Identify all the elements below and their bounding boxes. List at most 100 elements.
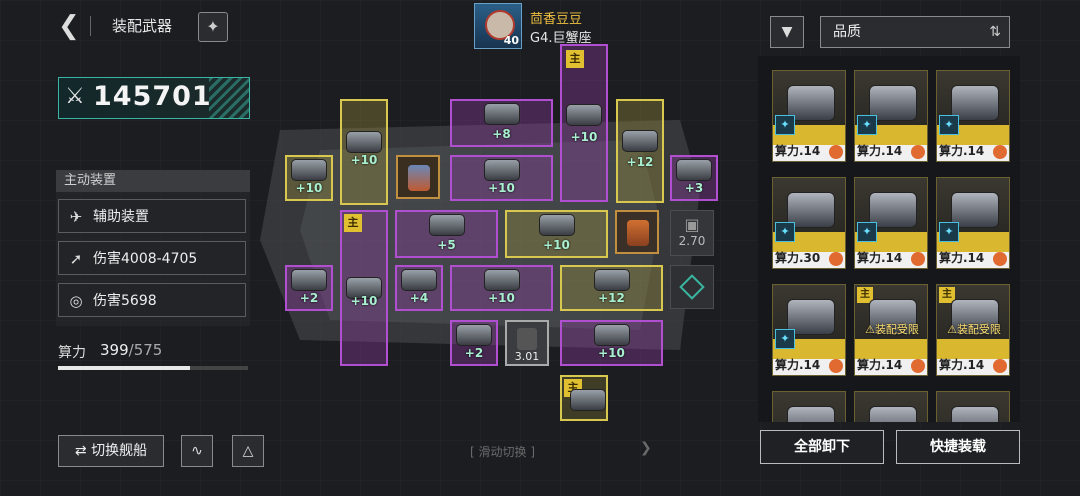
inventory-card[interactable]: 主 ⚠装配受限 算力.14 [854, 284, 928, 376]
weapon-icon [456, 323, 492, 346]
locked-slot[interactable]: ▣ 2.70 [670, 210, 714, 256]
inventory-card[interactable] [772, 391, 846, 422]
inventory-card[interactable]: ✦ 算力.14 [772, 70, 846, 162]
slot-plus: +10 [350, 294, 378, 308]
missile-icon: ➚ [69, 250, 83, 268]
commander-avatar[interactable]: 40 [474, 3, 522, 49]
slot-plus: +12 [598, 291, 625, 305]
device-missile[interactable]: ➚ 伤害4008-4705 [58, 241, 246, 275]
swipe-hint: [ 滑动切换 ] [470, 445, 536, 459]
weapon-icon [951, 406, 999, 422]
chevron-right-icon[interactable]: ❯ [640, 440, 652, 456]
calc-power-bar [58, 366, 248, 370]
weapon-slot-main[interactable]: 主 +10 [340, 210, 388, 366]
weapon-slot-main[interactable]: 主 +10 [560, 44, 608, 202]
inventory-card[interactable]: 主 ⚠装配受限 算力.14 [936, 284, 1010, 376]
wave-icon[interactable]: ∿ [181, 435, 213, 467]
page-title: 装配武器 [112, 17, 173, 35]
element-icon: ✦ [775, 222, 795, 242]
locked-slot-value: 2.70 [678, 234, 706, 248]
weapon-slot[interactable]: +4 [395, 265, 443, 311]
slot-plus: +10 [488, 291, 515, 305]
inventory-card[interactable]: ✦ 算力.14 [854, 70, 928, 162]
divider [90, 16, 91, 36]
module-slot[interactable] [670, 265, 714, 309]
weapon-slot[interactable]: +12 [616, 99, 664, 203]
weapon-slot[interactable]: +2 [450, 320, 498, 366]
combat-power-value: 145701 [93, 81, 212, 112]
element-icon: ✦ [857, 115, 877, 135]
sort-dropdown[interactable]: 品质 ⇅ [820, 16, 1010, 48]
card-calc: 算力.14 [939, 251, 985, 265]
weapon-icon [428, 214, 465, 237]
weapon-icon [483, 158, 520, 181]
equipped-core-item[interactable] [396, 155, 440, 199]
slot-plus: +10 [570, 130, 598, 144]
gear-icon [911, 359, 925, 373]
slot-plus: +5 [437, 238, 456, 252]
inventory-card[interactable] [854, 391, 928, 422]
inventory-card[interactable]: ✦ 算力.30 [772, 177, 846, 269]
restricted-text: 装配受限 [874, 323, 919, 336]
weapon-icon [570, 389, 607, 412]
weapon-slot[interactable]: +2 [285, 265, 333, 311]
weapon-slot[interactable]: +10 [285, 155, 333, 201]
weapon-slot[interactable]: +10 [340, 99, 388, 205]
gray-item-value: 3.01 [514, 350, 540, 363]
element-icon: ✦ [939, 222, 959, 242]
inventory-card[interactable]: ✦ 算力.14 [772, 284, 846, 376]
equipped-gray-item[interactable]: 3.01 [505, 320, 549, 366]
card-calc: 算力.14 [939, 358, 985, 372]
slot-plus: +10 [350, 153, 378, 167]
aux-device-icon: ✈ [69, 208, 83, 226]
weapon-slot[interactable]: +10 [450, 155, 553, 201]
slot-plus: +10 [488, 181, 515, 195]
swipe-label: 滑动切换 [478, 445, 527, 459]
sort-label: 品质 [833, 24, 861, 40]
quick-equip-button[interactable]: 快捷装载 [896, 430, 1020, 464]
card-calc: 算力.14 [775, 144, 821, 158]
weapon-slot[interactable]: +12 [560, 265, 663, 311]
weapon-slot-main[interactable]: 主 [560, 375, 608, 421]
inventory-card[interactable]: ✦ 算力.14 [854, 177, 928, 269]
weapon-icon [483, 103, 520, 126]
slot-plus: +12 [626, 155, 654, 169]
card-calc: 算力.14 [857, 251, 903, 265]
weapon-slot[interactable]: +10 [560, 320, 663, 366]
card-calc: 算力.14 [857, 358, 903, 372]
inventory-card[interactable]: ✦ 算力.14 [936, 177, 1010, 269]
weapon-slot[interactable]: +10 [450, 265, 553, 311]
calc-max: /575 [128, 341, 163, 359]
gear-icon [993, 359, 1007, 373]
switch-ship-button[interactable]: ⇄ 切换舰船 [58, 435, 164, 467]
weapon-slot[interactable]: +3 [670, 155, 718, 201]
active-devices-panel: 主动装置 ✈ 辅助装置 ➚ 伤害4008-4705 ◎ 伤害5698 [56, 170, 250, 326]
calc-power-value: 399/575 [100, 341, 162, 359]
skin-icon[interactable]: ✦ [198, 12, 228, 42]
element-icon: ✦ [775, 115, 795, 135]
inventory-card[interactable]: ✦ 算力.14 [936, 70, 1010, 162]
lock-icon: ▣ [684, 215, 700, 234]
device-target[interactable]: ◎ 伤害5698 [58, 283, 246, 317]
card-calc: 算力.14 [857, 144, 903, 158]
calc-power-fill [58, 366, 190, 370]
slot-plus: +2 [299, 291, 319, 305]
filter-icon[interactable]: ▼ [770, 16, 804, 48]
target-icon: ◎ [69, 292, 83, 310]
equipped-pack-item[interactable] [615, 210, 659, 254]
inventory-card[interactable] [936, 391, 1010, 422]
commander-level: 40 [503, 34, 519, 47]
weapon-slot[interactable]: +8 [450, 99, 553, 147]
weapon-slot[interactable]: +10 [505, 210, 608, 258]
fleet-icon[interactable]: △ [232, 435, 264, 467]
device-aux[interactable]: ✈ 辅助装置 [58, 199, 246, 233]
card-calc: 算力.30 [775, 251, 821, 265]
gear-icon [911, 252, 925, 266]
main-tag: 主 [566, 50, 584, 68]
back-arrow-icon[interactable]: ❮ [58, 12, 82, 40]
core-icon [408, 165, 430, 191]
calc-current: 399 [100, 341, 129, 359]
element-icon: ✦ [775, 329, 795, 349]
weapon-slot[interactable]: +5 [395, 210, 498, 258]
unload-all-button[interactable]: 全部卸下 [760, 430, 884, 464]
